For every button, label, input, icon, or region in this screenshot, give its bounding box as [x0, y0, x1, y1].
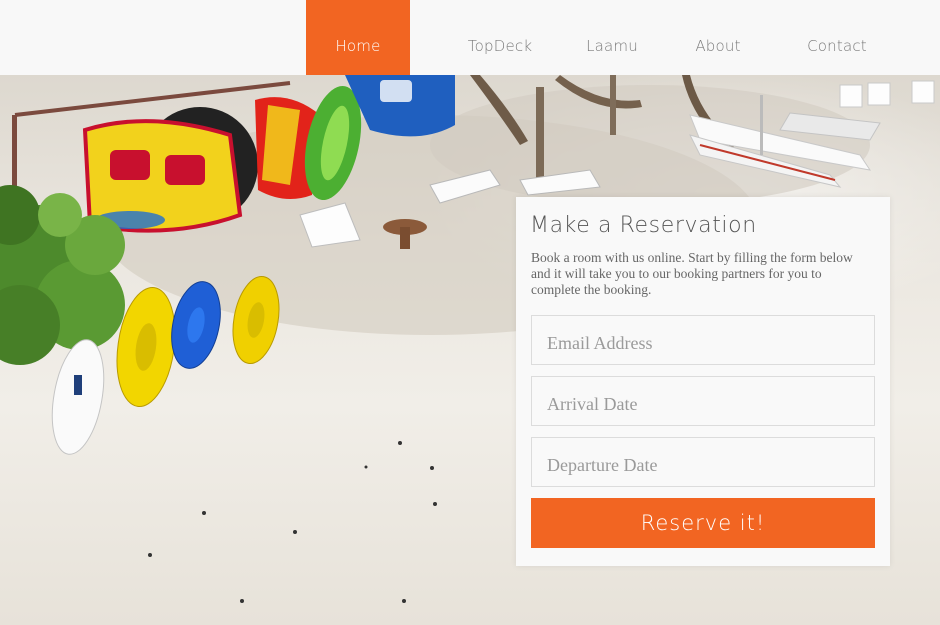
email-field[interactable] — [532, 316, 874, 364]
reserve-button[interactable]: Reserve it! — [531, 498, 875, 548]
arrival-date-field[interactable] — [532, 377, 874, 425]
nav-item-about[interactable]: About — [676, 0, 760, 75]
nav-item-contact[interactable]: Contact — [792, 0, 882, 75]
departure-date-field-container — [531, 437, 875, 487]
reservation-card: Make a Reservation Book a room with us o… — [516, 197, 890, 566]
top-navigation: Home TopDeck Laamu About Contact — [0, 0, 940, 75]
nav-item-home[interactable]: Home — [306, 0, 410, 75]
email-field-container — [531, 315, 875, 365]
nav-item-topdeck[interactable]: TopDeck — [450, 0, 550, 75]
arrival-date-field-container — [531, 376, 875, 426]
departure-date-field[interactable] — [532, 438, 874, 486]
nav-item-laamu[interactable]: Laamu — [570, 0, 654, 75]
reservation-description: Book a room with us online. Start by fil… — [531, 250, 853, 297]
reservation-title: Make a Reservation — [530, 213, 757, 238]
